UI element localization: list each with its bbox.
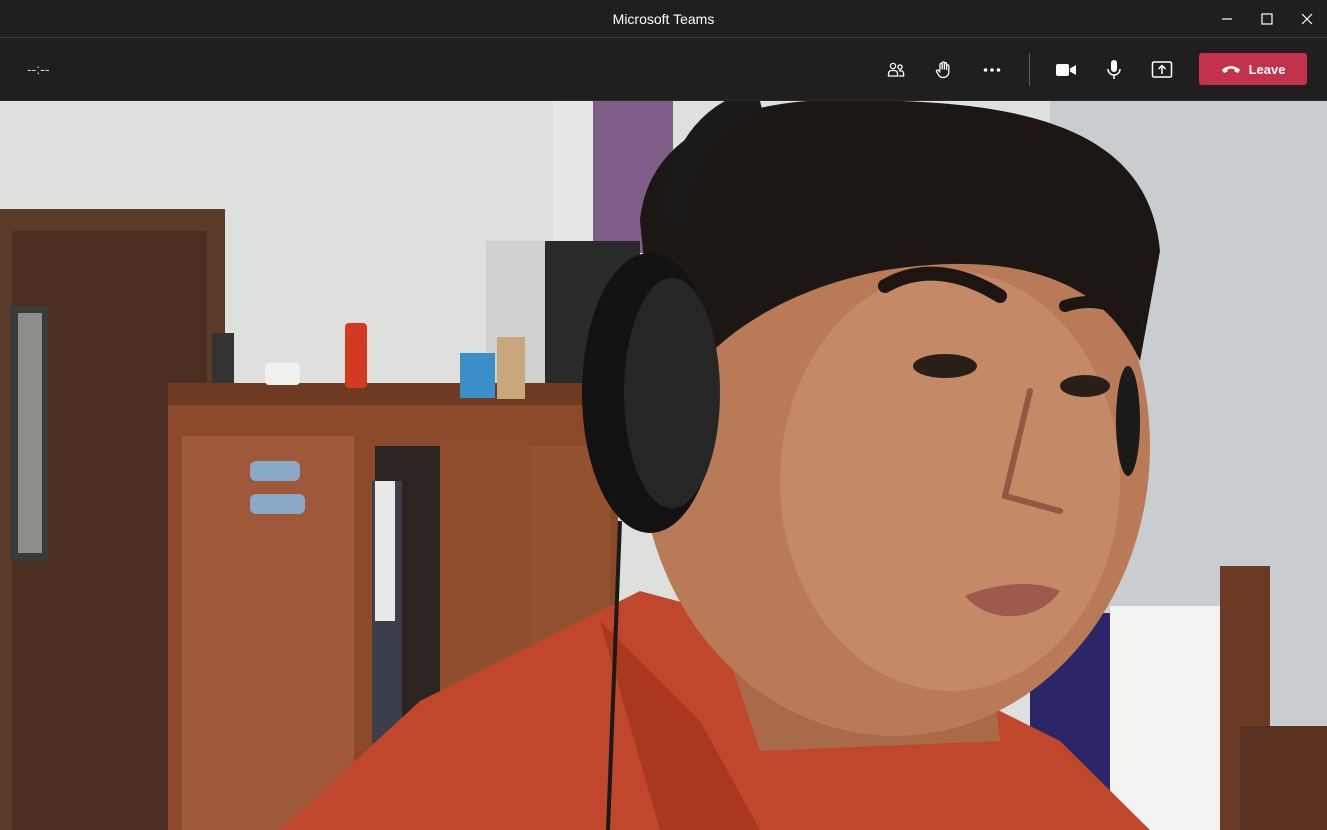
more-actions-button[interactable] [975, 53, 1009, 87]
maximize-icon [1261, 13, 1273, 25]
people-icon [887, 62, 905, 77]
close-button[interactable] [1284, 0, 1327, 38]
minimize-icon [1222, 18, 1232, 20]
close-icon [1301, 13, 1313, 25]
title-bar: Microsoft Teams [0, 0, 1327, 38]
share-tray-icon [1151, 61, 1173, 78]
meeting-toolbar: --:-- Leave [0, 38, 1327, 101]
teams-window: Microsoft Teams --:-- Leave [0, 0, 1327, 830]
ellipsis-icon [983, 68, 1001, 72]
camera-button[interactable] [1049, 53, 1083, 87]
raise-hand-button[interactable] [927, 53, 961, 87]
participants-button[interactable] [879, 53, 913, 87]
hang-up-icon [1221, 66, 1240, 73]
video-camera-icon [1056, 64, 1076, 76]
hand-icon [935, 61, 950, 79]
call-timer: --:-- [27, 61, 50, 77]
participant-video-image [0, 101, 1327, 830]
video-feed [0, 101, 1327, 830]
mic-button[interactable] [1097, 53, 1131, 87]
toolbar-divider [1029, 53, 1030, 86]
microphone-icon [1107, 60, 1121, 79]
leave-button[interactable]: Leave [1199, 53, 1307, 85]
leave-label: Leave [1248, 61, 1286, 77]
window-title: Microsoft Teams [612, 11, 715, 27]
share-screen-button[interactable] [1145, 53, 1179, 87]
